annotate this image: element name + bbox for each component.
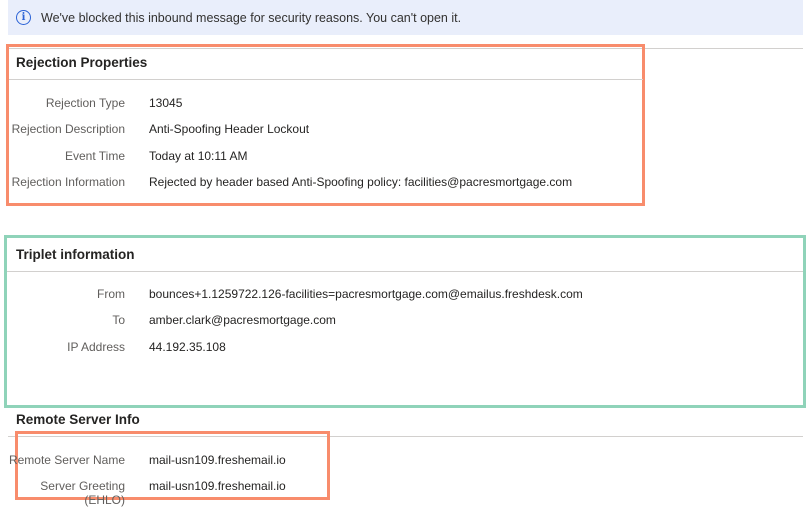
- field-label: Remote Server Name: [8, 453, 125, 467]
- field-value: Today at 10:11 AM: [149, 149, 248, 163]
- field-value: bounces+1.1259722.126-facilities=pacresm…: [149, 287, 583, 301]
- field-label: IP Address: [67, 340, 125, 354]
- field-label: Rejection Description: [11, 122, 125, 136]
- row-remote-server-name: Remote Server Name mail-usn109.freshemai…: [0, 453, 286, 467]
- triplet-section-title: Triplet information: [16, 247, 135, 262]
- banner-text: We've blocked this inbound message for s…: [41, 10, 462, 25]
- field-value: mail-usn109.freshemail.io: [149, 453, 286, 467]
- field-label: Server Greeting (EHLO): [40, 479, 125, 507]
- security-banner: i We've blocked this inbound message for…: [8, 0, 803, 35]
- row-to: To amber.clark@pacresmortgage.com: [0, 313, 336, 327]
- field-label: Event Time: [64, 149, 125, 163]
- row-rejection-information: Rejection Information Rejected by header…: [0, 175, 572, 189]
- row-rejection-description: Rejection Description Anti-Spoofing Head…: [0, 122, 310, 136]
- field-label: To: [112, 313, 125, 327]
- field-value: Rejected by header based Anti-Spoofing p…: [149, 175, 573, 189]
- triplet-divider: [7, 271, 803, 272]
- field-value: 13045: [149, 96, 183, 110]
- field-value: mail-usn109.freshemail.io: [149, 479, 286, 493]
- field-label: From: [97, 287, 125, 301]
- field-label: Rejection Information: [11, 175, 125, 189]
- rejection-section-title: Rejection Properties: [16, 55, 148, 70]
- field-value: Anti-Spoofing Header Lockout: [149, 122, 310, 136]
- row-server-greeting: Server Greeting (EHLO) mail-usn109.fresh…: [0, 479, 286, 507]
- info-icon: i: [16, 10, 31, 25]
- field-value: amber.clark@pacresmortgage.com: [149, 313, 336, 327]
- row-event-time: Event Time Today at 10:11 AM: [0, 149, 248, 163]
- rejection-divider: [9, 79, 643, 80]
- row-ip-address: IP Address 44.192.35.108: [0, 340, 226, 354]
- remote-section-title: Remote Server Info: [16, 412, 140, 427]
- row-rejection-type: Rejection Type 13045: [0, 96, 183, 110]
- field-value: 44.192.35.108: [149, 340, 226, 354]
- row-from: From bounces+1.1259722.126-facilities=pa…: [0, 287, 583, 301]
- field-label: Rejection Type: [45, 96, 125, 110]
